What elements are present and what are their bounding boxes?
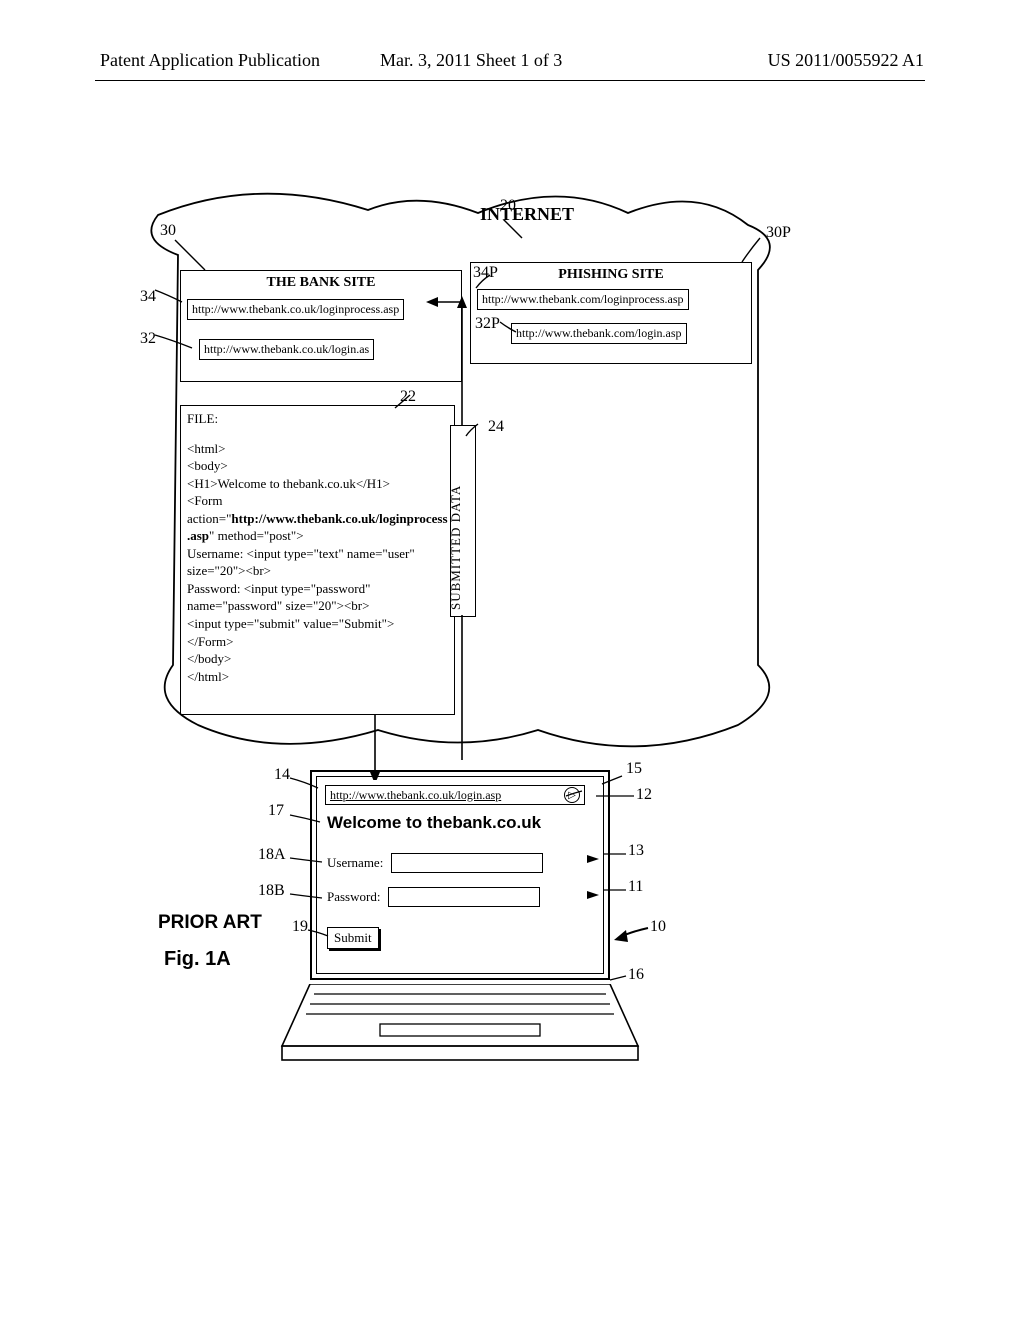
ref-32P: 32P: [475, 315, 500, 333]
ref-32: 32: [140, 330, 156, 348]
ref-24: 24: [488, 418, 504, 436]
header-left: Patent Application Publication: [100, 50, 320, 71]
header-center: Mar. 3, 2011 Sheet 1 of 3: [380, 50, 562, 71]
internet-cloud: INTERNET THE BANK SITE http://www.theban…: [150, 220, 770, 760]
cloud-arrows: [150, 220, 770, 780]
ref-30P: 30P: [766, 224, 791, 242]
figure-label: Fig. 1A: [164, 948, 231, 971]
header-divider: [95, 80, 925, 81]
prior-art-label: PRIOR ART: [158, 912, 262, 934]
page-header: Patent Application Publication Mar. 3, 2…: [0, 50, 1024, 71]
ref-22: 22: [400, 388, 416, 406]
laptop-leaders: [250, 760, 670, 1000]
ref-30: 30: [160, 222, 176, 240]
ref-34P: 34P: [473, 264, 498, 282]
ref-34: 34: [140, 288, 156, 306]
header-right: US 2011/0055922 A1: [768, 50, 924, 71]
ref-20: 20: [500, 197, 516, 215]
